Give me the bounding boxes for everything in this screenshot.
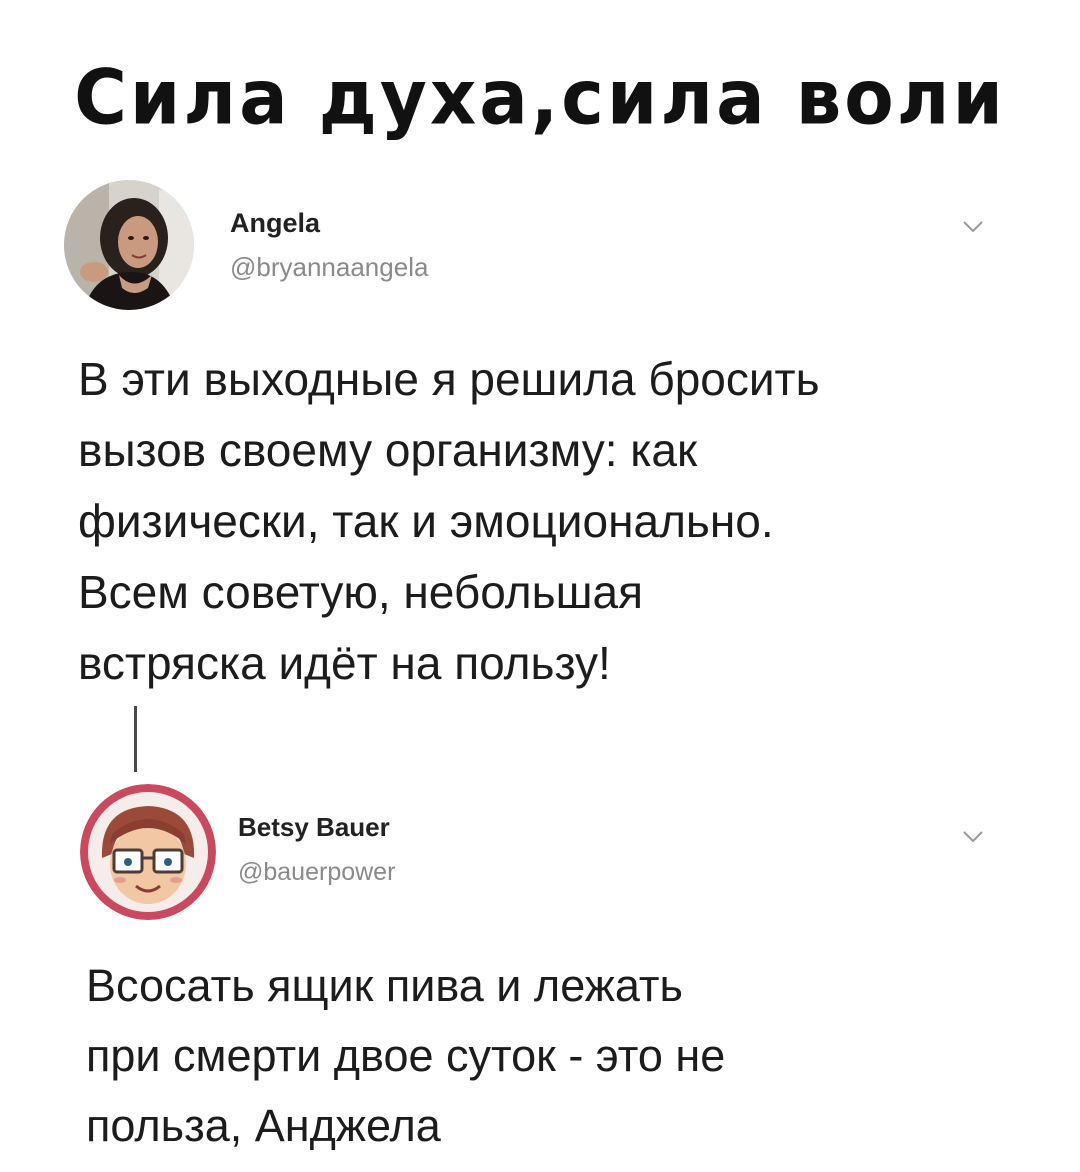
display-name[interactable]: Betsy Bauer [238, 812, 390, 843]
tweet-text-line: польза, Анджела [86, 1100, 441, 1151]
tweet-text-line: при смерти двое суток - это не [86, 1030, 726, 1081]
meme-headline: Сила духа,сила воли [74, 52, 1006, 142]
chevron-down-icon[interactable] [962, 830, 984, 844]
user-handle[interactable]: @bauerpower [238, 858, 395, 887]
tweet-text-line: вызов своему организму: как [78, 424, 698, 476]
display-name[interactable]: Angela [230, 208, 320, 239]
tweet-text-line: В эти выходные я решила бросить [78, 353, 820, 405]
user-handle[interactable]: @bryannaangela [230, 252, 428, 283]
thread-connector [134, 706, 137, 772]
tweet-text-line: встряска идёт на пользу! [78, 637, 611, 689]
tweet-text-line: Всем советую, небольшая [78, 566, 643, 618]
tweet-text-line: Всосать ящик пива и лежать [86, 960, 683, 1011]
chevron-down-icon[interactable] [962, 220, 984, 234]
tweet-text-line: физически, так и эмоционально. [78, 495, 774, 547]
avatar[interactable] [80, 784, 216, 920]
avatar[interactable] [64, 180, 194, 310]
